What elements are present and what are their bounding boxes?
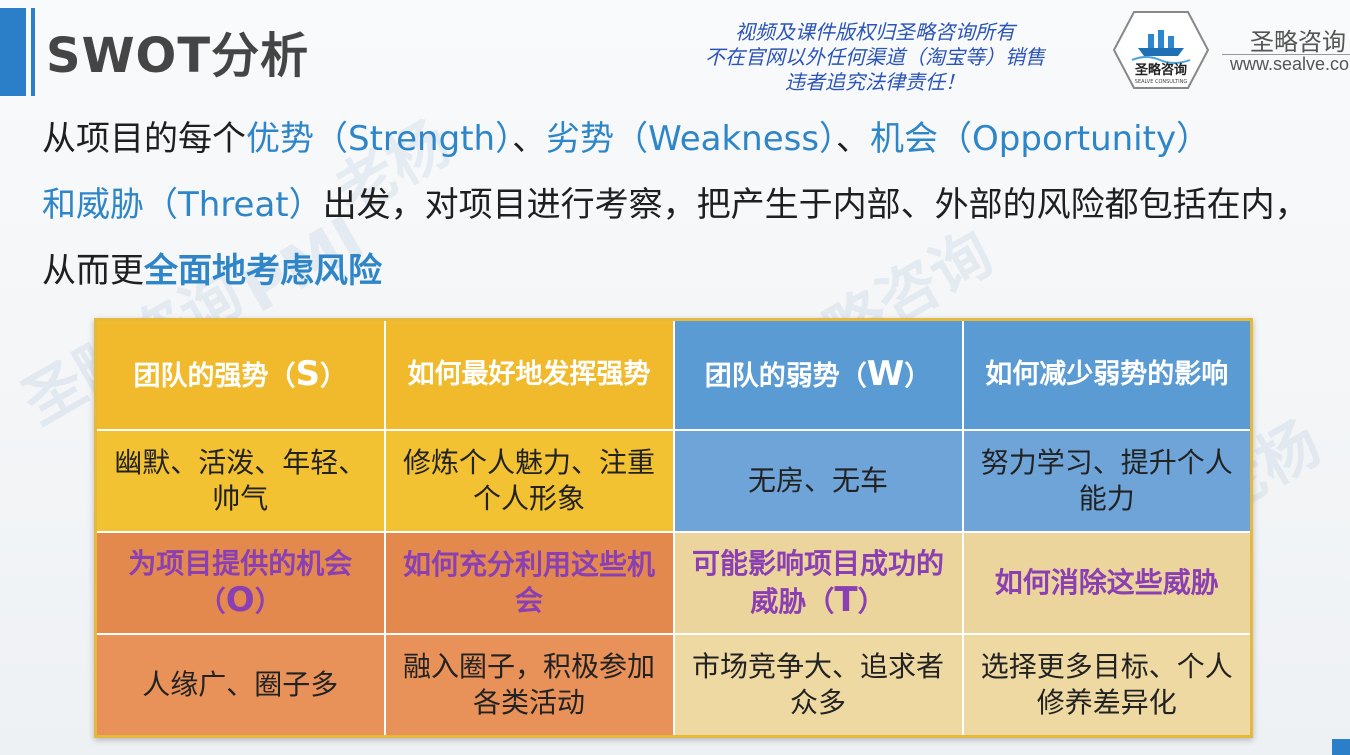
logo-subtext: SEALVE CONSULTING [1135, 79, 1188, 85]
header-text: ） [904, 360, 932, 392]
weakness-content-cell: 无房、无车 [672, 429, 964, 533]
weakness-term: 劣势（Weakness） [546, 119, 837, 159]
notice-line: 视频及课件版权归圣略咨询所有 [735, 20, 1015, 44]
weakness-reduce-header-cell: 如何减少弱势的影响 [961, 318, 1253, 431]
title-accent-line [31, 8, 35, 96]
header-text: 可能影响项目成功的威胁（ [691, 547, 944, 618]
threat-term: 威胁（Threat） [76, 185, 323, 225]
threat-action-cell: 选择更多目标、个人修养差异化 [961, 633, 1253, 738]
opportunity-term: 机会（Opportunity） [870, 119, 1211, 159]
title-accent-bar [0, 8, 26, 96]
notice-line: 不在官网以外任何渠道（淘宝等）销售 [705, 45, 1045, 69]
opportunity-use-header-cell: 如何充分利用这些机会 [383, 531, 675, 635]
strength-content-cell: 幽默、活泼、年轻、帅气 [94, 429, 386, 533]
header-letter: O [225, 580, 255, 620]
notice-line: 违者追究法律责任！ [785, 70, 965, 94]
header-letter: W [866, 353, 905, 394]
corner-accent [1332, 739, 1350, 755]
ship-logo-icon: 圣略咨询 SEALVE CONSULTING [1112, 11, 1210, 89]
strength-leverage-header-cell: 如何最好地发挥强势 [383, 318, 675, 431]
intro-and: 和 [42, 185, 76, 225]
header-text: ） [320, 360, 347, 392]
page-title: SWOT分析 [46, 28, 310, 84]
table-row: 团队的强势（S） 如何最好地发挥强势 团队的弱势（W） 如何减少弱势的影响 [94, 318, 1253, 431]
brand-url: www.sealve.co [1230, 54, 1350, 74]
threat-header-cell: 可能影响项目成功的威胁（T） [672, 531, 964, 635]
brand-logo: 圣略咨询 SEALVE CONSULTING [1112, 10, 1210, 90]
intro-paragraph: 从项目的每个优势（Strength）、劣势（Weakness）、机会（Oppor… [42, 106, 1327, 304]
intro-separator: 、 [836, 119, 871, 159]
header-letter: T [834, 580, 858, 620]
copyright-notice: 视频及课件版权归圣略咨询所有 不在官网以外任何渠道（淘宝等）销售 违者追究法律责… [690, 20, 1060, 95]
brand-name: 圣略咨询 [1250, 28, 1346, 56]
table-row: 为项目提供的机会（O） 如何充分利用这些机会 可能影响项目成功的威胁（T） 如何… [94, 531, 1253, 635]
header-letter: S [295, 353, 321, 394]
table-row: 人缘广、圈子多 融入圈子，积极参加各类活动 市场竞争大、追求者众多 选择更多目标… [94, 633, 1253, 738]
weakness-header-cell: 团队的弱势（W） [672, 318, 964, 431]
opportunity-content-cell: 人缘广、圈子多 [94, 633, 386, 738]
threat-eliminate-header-cell: 如何消除这些威胁 [961, 531, 1253, 635]
header-text: 团队的强势（ [133, 360, 296, 392]
intro-separator: 、 [512, 119, 547, 159]
header-text: 团队的弱势（ [704, 360, 867, 392]
weakness-action-cell: 努力学习、提升个人能力 [961, 429, 1253, 533]
header-text: ） [857, 585, 886, 618]
intro-emphasis: 全面地考虑风险 [144, 251, 382, 291]
table-row: 幽默、活泼、年轻、帅气 修炼个人魅力、注重个人形象 无房、无车 努力学习、提升个… [94, 429, 1253, 533]
opportunity-header-cell: 为项目提供的机会（O） [94, 531, 386, 635]
opportunity-action-cell: 融入圈子，积极参加各类活动 [383, 633, 675, 738]
intro-text: 从项目的每个 [42, 119, 246, 159]
strength-action-cell: 修炼个人魅力、注重个人形象 [383, 429, 675, 533]
logo-text: 圣略咨询 [1135, 62, 1187, 78]
strength-header-cell: 团队的强势（S） [94, 318, 386, 431]
header-text: ） [254, 585, 283, 618]
strength-term: 优势（Strength） [246, 119, 513, 159]
threat-content-cell: 市场竞争大、追求者众多 [672, 633, 964, 738]
swot-table: 团队的强势（S） 如何最好地发挥强势 团队的弱势（W） 如何减少弱势的影响 幽默… [94, 318, 1253, 738]
